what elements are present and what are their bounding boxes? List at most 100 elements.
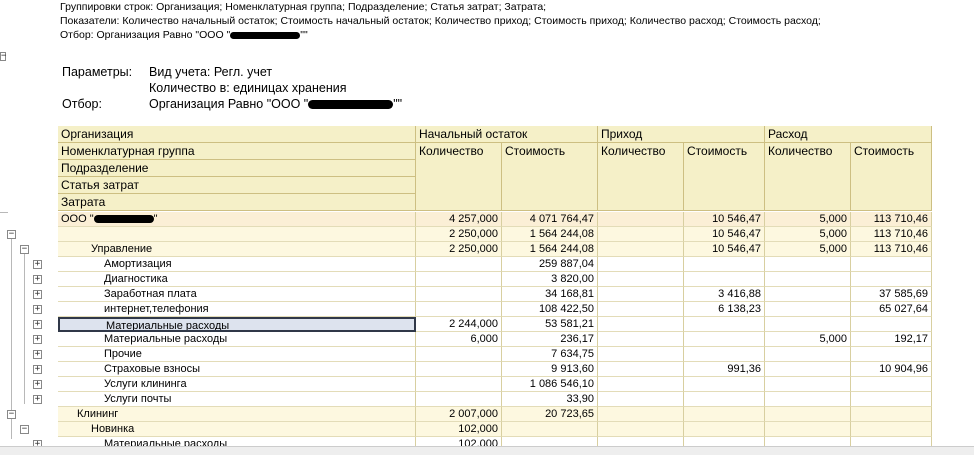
cell-income-qty[interactable] — [598, 377, 684, 392]
collapse-icon[interactable]: − — [7, 230, 16, 239]
cell-income-value[interactable] — [684, 347, 765, 362]
cell-income-qty[interactable] — [598, 347, 684, 362]
cell-opening-qty[interactable] — [416, 347, 502, 362]
collapse-icon[interactable]: − — [7, 410, 16, 419]
cell-expense-qty[interactable] — [765, 377, 851, 392]
cell-name[interactable]: Амортизация — [58, 257, 416, 272]
cell-opening-value[interactable]: 1 564 244,08 — [502, 227, 598, 242]
cell-opening-value[interactable]: 3 820,00 — [502, 272, 598, 287]
cell-income-qty[interactable] — [598, 212, 684, 227]
table-row[interactable]: Материальные расходы 2 244,000 53 581,21 — [58, 317, 974, 332]
cell-income-qty[interactable] — [598, 302, 684, 317]
table-row[interactable]: Услуги клининга 1 086 546,10 — [58, 377, 974, 392]
collapse-icon[interactable]: − — [20, 425, 29, 434]
cell-opening-qty[interactable]: 2 244,000 — [416, 317, 502, 332]
expand-icon[interactable]: + — [33, 275, 42, 284]
cell-expense-value[interactable]: 37 585,69 — [851, 287, 932, 302]
table-row[interactable]: Услуги почты 33,90 — [58, 392, 974, 407]
expand-icon[interactable]: + — [33, 260, 42, 269]
expand-icon[interactable]: + — [33, 365, 42, 374]
cell-opening-value[interactable]: 7 634,75 — [502, 347, 598, 362]
cell-name[interactable]: Диагностика — [58, 272, 416, 287]
table-row[interactable]: 2 250,000 1 564 244,08 10 546,47 5,000 113 7… — [58, 227, 974, 242]
cell-opening-value[interactable]: 20 723,65 — [502, 407, 598, 422]
cell-name[interactable]: Заработная плата — [58, 287, 416, 302]
cell-name[interactable]: Услуги почты — [58, 392, 416, 407]
cell-name[interactable]: Материальные расходы — [58, 332, 416, 347]
cell-income-value[interactable] — [684, 392, 765, 407]
cell-opening-qty[interactable]: 2 250,000 — [416, 227, 502, 242]
cell-expense-qty[interactable]: 5,000 — [765, 332, 851, 347]
cell-name[interactable]: Материальные расходы — [58, 317, 416, 332]
cell-income-qty[interactable] — [598, 287, 684, 302]
table-row[interactable]: Страховые взносы 9 913,60 991,36 10 904,96 — [58, 362, 974, 377]
cell-expense-qty[interactable] — [765, 422, 851, 437]
cell-income-value[interactable]: 6 138,23 — [684, 302, 765, 317]
table-row[interactable]: Заработная плата 34 168,81 3 416,88 37 585,… — [58, 287, 974, 302]
cell-name[interactable]: Управление — [58, 242, 416, 257]
cell-expense-value[interactable] — [851, 392, 932, 407]
cell-income-value[interactable]: 10 546,47 — [684, 212, 765, 227]
cell-income-value[interactable]: 991,36 — [684, 362, 765, 377]
cell-income-value[interactable] — [684, 257, 765, 272]
cell-opening-value[interactable]: 34 168,81 — [502, 287, 598, 302]
cell-opening-qty[interactable] — [416, 257, 502, 272]
cell-opening-value[interactable]: 259 887,04 — [502, 257, 598, 272]
table-row[interactable]: ООО " " 4 257,000 4 071 764,47 10 546,47 5,00… — [58, 212, 974, 227]
cell-income-value[interactable] — [684, 272, 765, 287]
cell-expense-value[interactable] — [851, 257, 932, 272]
cell-expense-qty[interactable]: 5,000 — [765, 227, 851, 242]
expand-icon[interactable]: + — [33, 395, 42, 404]
cell-name[interactable]: интернет,телефония — [58, 302, 416, 317]
cell-expense-value[interactable] — [851, 317, 932, 332]
table-row[interactable]: Материальные расходы 6,000 236,17 5,000 192,… — [58, 332, 974, 347]
cell-expense-qty[interactable] — [765, 287, 851, 302]
cell-expense-qty[interactable] — [765, 362, 851, 377]
cell-income-value[interactable] — [684, 332, 765, 347]
cell-name[interactable]: Новинка — [58, 422, 416, 437]
cell-expense-value[interactable] — [851, 407, 932, 422]
cell-income-qty[interactable] — [598, 362, 684, 377]
collapse-icon[interactable]: − — [20, 245, 29, 254]
cell-income-value[interactable]: 10 546,47 — [684, 242, 765, 257]
cell-income-qty[interactable] — [598, 332, 684, 347]
expand-icon[interactable]: + — [33, 305, 42, 314]
table-row[interactable]: Клининг 2 007,000 20 723,65 — [58, 407, 974, 422]
cell-opening-value[interactable]: 4 071 764,47 — [502, 212, 598, 227]
table-row[interactable]: Прочие 7 634,75 — [58, 347, 974, 362]
cell-expense-value[interactable] — [851, 272, 932, 287]
cell-income-value[interactable] — [684, 377, 765, 392]
cell-expense-qty[interactable] — [765, 407, 851, 422]
cell-income-qty[interactable] — [598, 392, 684, 407]
cell-expense-value[interactable] — [851, 347, 932, 362]
cell-income-qty[interactable] — [598, 422, 684, 437]
cell-income-value[interactable] — [684, 407, 765, 422]
cell-opening-qty[interactable]: 6,000 — [416, 332, 502, 347]
cell-income-value[interactable] — [684, 422, 765, 437]
cell-income-qty[interactable] — [598, 407, 684, 422]
cell-income-qty[interactable] — [598, 227, 684, 242]
cell-expense-qty[interactable] — [765, 317, 851, 332]
cell-opening-qty[interactable] — [416, 302, 502, 317]
cell-opening-qty[interactable]: 2 007,000 — [416, 407, 502, 422]
cell-opening-value[interactable]: 1 564 244,08 — [502, 242, 598, 257]
cell-expense-value[interactable]: 65 027,64 — [851, 302, 932, 317]
cell-name[interactable]: Страховые взносы — [58, 362, 416, 377]
expand-icon[interactable]: + — [33, 290, 42, 299]
table-row[interactable]: Управление 2 250,000 1 564 244,08 10 546,47… — [58, 242, 974, 257]
cell-expense-value[interactable]: 113 710,46 — [851, 212, 932, 227]
cell-income-qty[interactable] — [598, 257, 684, 272]
cell-opening-qty[interactable] — [416, 377, 502, 392]
cell-name[interactable]: Услуги клининга — [58, 377, 416, 392]
cell-expense-value[interactable]: 113 710,46 — [851, 242, 932, 257]
cell-opening-qty[interactable] — [416, 392, 502, 407]
cell-opening-qty[interactable]: 2 250,000 — [416, 242, 502, 257]
cell-opening-qty[interactable] — [416, 287, 502, 302]
cell-expense-qty[interactable] — [765, 302, 851, 317]
cell-opening-qty[interactable]: 102,000 — [416, 422, 502, 437]
cell-opening-value[interactable] — [502, 422, 598, 437]
cell-expense-value[interactable] — [851, 422, 932, 437]
cell-opening-qty[interactable]: 4 257,000 — [416, 212, 502, 227]
cell-expense-qty[interactable]: 5,000 — [765, 242, 851, 257]
cell-expense-qty[interactable]: 5,000 — [765, 212, 851, 227]
